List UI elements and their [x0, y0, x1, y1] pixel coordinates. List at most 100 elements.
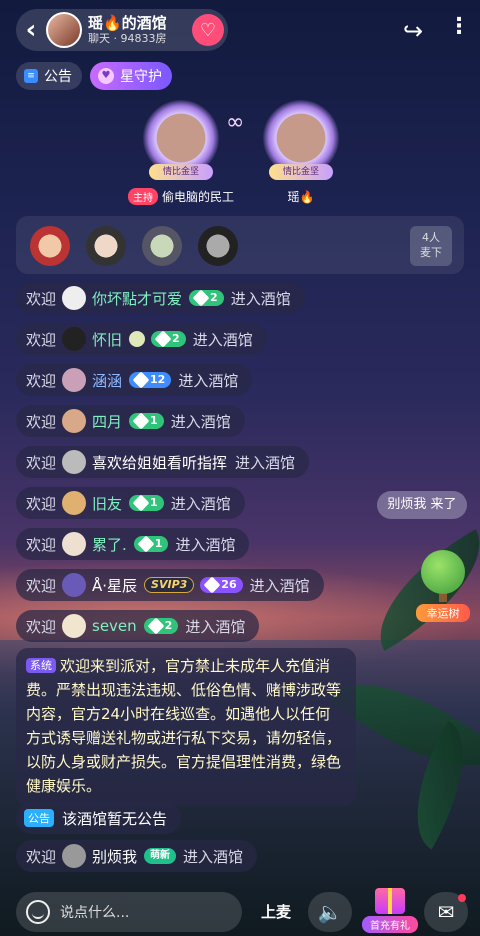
queue-avatar[interactable] — [198, 226, 238, 266]
queue-count-label: 麦下 — [420, 246, 442, 259]
welcome-message: 欢迎 别烦我 萌新 进入酒馆 — [16, 840, 258, 872]
user-name[interactable]: 你坏點才可爱 — [92, 288, 182, 309]
level-badge: 12 — [129, 371, 172, 389]
shield-icon: ♥ — [98, 68, 114, 84]
user-avatar[interactable] — [62, 327, 87, 351]
enter-word: 进入酒馆 — [230, 289, 291, 308]
recharge-label: 首充有礼 — [362, 916, 418, 933]
welcome-word: 欢迎 — [26, 289, 57, 308]
user-name[interactable]: 涵涵 — [92, 370, 122, 391]
level-badge: 1 — [129, 494, 164, 512]
welcome-message: 欢迎 Å·星辰 SVIP3 26 进入酒馆 — [16, 569, 324, 601]
newbie-badge: 萌新 — [144, 848, 177, 864]
user-avatar[interactable] — [62, 368, 87, 392]
seat-avatar[interactable]: 情比金坚 — [143, 100, 219, 180]
seat-avatar[interactable]: 情比金坚 — [263, 100, 339, 180]
user-name[interactable]: seven — [92, 617, 137, 635]
user-avatar[interactable] — [62, 286, 87, 310]
lucky-tree-label: 幸运树 — [416, 604, 470, 622]
level-badge: 2 — [189, 289, 224, 307]
mail-button[interactable]: ✉ — [424, 892, 468, 932]
host-tag: 主持 — [127, 188, 158, 205]
welcome-message: 欢迎 旧友 1 进入酒馆 — [16, 487, 245, 519]
user-avatar[interactable] — [62, 844, 87, 868]
diamond-icon — [132, 371, 150, 389]
user-name[interactable]: 旧友 — [92, 493, 122, 514]
welcome-word: 欢迎 — [26, 371, 57, 390]
svip-badge: SVIP3 — [144, 577, 195, 593]
mic-queue: 4人 麦下 — [16, 216, 464, 274]
seat-name: 偷电脑的民工 — [161, 190, 234, 204]
danmu-bubble: 别烦我 来了 — [377, 491, 467, 519]
system-text: 欢迎来到派对，官方禁止未成年人充值消费。严禁出现违法违规、低俗色情、赌博涉政等内… — [26, 657, 342, 795]
user-name[interactable]: 累了. — [92, 534, 127, 555]
back-button[interactable]: ‹ — [16, 9, 46, 51]
announcement-tag: 公告 — [24, 809, 54, 827]
user-name[interactable]: 喜欢给姐姐看听指挥 — [92, 452, 227, 473]
user-avatar[interactable] — [62, 450, 87, 474]
room-avatar[interactable] — [46, 12, 82, 48]
welcome-word: 欢迎 — [26, 453, 57, 472]
diamond-icon — [132, 494, 150, 512]
enter-word: 进入酒馆 — [192, 330, 253, 349]
medal-icon — [129, 331, 146, 347]
user-name[interactable]: Å·星辰 — [92, 575, 137, 596]
user-avatar[interactable] — [62, 409, 87, 433]
user-name[interactable]: 别烦我 — [92, 846, 137, 867]
welcome-word: 欢迎 — [26, 412, 57, 431]
heart-plus-icon: ♡ — [199, 19, 217, 41]
seat-name: 瑶🔥 — [287, 190, 315, 204]
diamond-icon — [147, 617, 165, 635]
mic-seat-guest[interactable]: 情比金坚 瑶🔥 — [236, 100, 366, 205]
enter-word: 进入酒馆 — [183, 847, 244, 866]
user-name[interactable]: 怀旧 — [92, 329, 122, 350]
enter-word: 进入酒馆 — [170, 494, 231, 513]
welcome-word: 欢迎 — [26, 494, 57, 513]
sound-button[interactable]: 🔈 — [308, 892, 352, 932]
emoji-icon[interactable] — [26, 900, 50, 924]
user-name[interactable]: 四月 — [92, 411, 122, 432]
welcome-message: 欢迎 喜欢给姐姐看听指挥 进入酒馆 — [16, 446, 310, 478]
user-avatar[interactable] — [62, 614, 87, 638]
system-tag: 系统 — [26, 658, 56, 673]
diamond-icon — [137, 535, 155, 553]
queue-avatar[interactable] — [86, 226, 126, 266]
more-button[interactable]: ⋮ — [448, 14, 470, 39]
queue-count-number: 4人 — [422, 231, 440, 244]
level-badge: 2 — [151, 330, 186, 348]
enter-word: 进入酒馆 — [178, 371, 239, 390]
lucky-tree-button[interactable]: 幸运树 — [416, 550, 470, 622]
room-header: ‹ 瑶🔥的酒馆 聊天 · 94833房 ♡ — [16, 9, 228, 51]
room-info: 瑶🔥的酒馆 聊天 · 94833房 — [88, 14, 167, 46]
user-avatar[interactable] — [62, 573, 87, 597]
queue-count[interactable]: 4人 麦下 — [410, 226, 452, 266]
unread-dot — [458, 894, 466, 902]
speaker-icon: 🔈 — [317, 900, 343, 924]
guard-label: 星守护 — [120, 69, 162, 85]
guard-chip[interactable]: ♥ 星守护 — [90, 62, 172, 90]
share-button[interactable]: ↪ — [403, 17, 423, 45]
welcome-word: 欢迎 — [26, 330, 57, 349]
join-mic-button[interactable]: 上麦 — [250, 892, 302, 932]
enter-word: 进入酒馆 — [175, 535, 236, 554]
enter-word: 进入酒馆 — [185, 617, 246, 636]
level-badge: 1 — [129, 412, 164, 430]
more-vertical-icon: ⋮ — [448, 14, 470, 39]
chevron-left-icon: ‹ — [25, 15, 37, 45]
favorite-button[interactable]: ♡ — [192, 14, 224, 46]
welcome-message: 欢迎 四月 1 进入酒馆 — [16, 405, 245, 437]
chat-input[interactable]: 说点什么... — [16, 892, 242, 932]
user-avatar[interactable] — [62, 491, 87, 515]
enter-word: 进入酒馆 — [249, 576, 310, 595]
level-badge: 26 — [200, 576, 243, 594]
diamond-icon — [154, 330, 172, 348]
notice-chip[interactable]: ≡ 公告 — [16, 62, 82, 90]
queue-avatar[interactable] — [142, 226, 182, 266]
user-avatar[interactable] — [62, 532, 87, 556]
welcome-message: 欢迎 累了. 1 进入酒馆 — [16, 528, 250, 560]
recharge-button[interactable]: 首充有礼 — [362, 888, 418, 934]
welcome-message: 欢迎 怀旧 2 进入酒馆 — [16, 323, 267, 355]
welcome-message: 欢迎 seven 2 进入酒馆 — [16, 610, 260, 642]
diamond-icon — [132, 412, 150, 430]
queue-avatar[interactable] — [30, 226, 70, 266]
